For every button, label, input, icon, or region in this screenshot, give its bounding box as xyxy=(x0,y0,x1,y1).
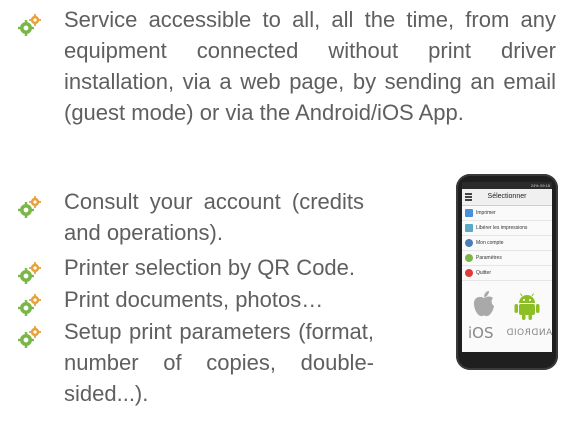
gears-icon xyxy=(18,196,41,218)
phone-app-bar: Sélectionner xyxy=(462,189,552,206)
account-icon xyxy=(465,239,473,247)
phone-menu-label: Libérer les impressions xyxy=(476,225,528,231)
phone-menu-item: Paramètres xyxy=(462,251,552,266)
feature-text: Printer selection by QR Code. xyxy=(64,255,356,280)
os-logos: iOS ANDROID xyxy=(462,288,552,348)
phone-menu-label: Quitter xyxy=(476,270,492,276)
release-print-icon xyxy=(465,224,473,232)
phone-menu-label: Paramètres xyxy=(476,255,502,261)
phone-menu-item: Libérer les impressions xyxy=(462,221,552,236)
gears-icon xyxy=(18,326,41,348)
phone-title: Sélectionner xyxy=(487,193,527,200)
quit-icon xyxy=(465,269,473,277)
apple-icon xyxy=(473,291,494,317)
phone-menu-label: Mon compte xyxy=(476,240,504,246)
hamburger-icon xyxy=(465,193,472,201)
ios-label: iOS xyxy=(468,324,494,342)
android-icon xyxy=(514,293,540,320)
android-label: ANDROID xyxy=(506,328,552,338)
feature-text: Consult your account (credits and operat… xyxy=(64,189,364,245)
phone-menu-label: Imprimer xyxy=(476,210,496,216)
gears-icon xyxy=(18,14,41,36)
phone-menu-item: Imprimer xyxy=(462,206,552,221)
feature-text: Setup print parameters (format, number o… xyxy=(64,319,374,406)
phone-menu-item: Mon compte xyxy=(462,236,552,251)
gears-icon xyxy=(18,262,41,284)
phone-menu-item: Quitter xyxy=(462,266,552,281)
settings-icon xyxy=(465,254,473,262)
phone-screen: 24% 09:18 Sélectionner Imprimer Libérer … xyxy=(462,182,552,352)
feature-text: Service accessible to all, all the time,… xyxy=(64,7,556,125)
phone-status-bar: 24% 09:18 xyxy=(462,182,552,189)
printer-icon xyxy=(465,209,473,217)
gears-icon xyxy=(18,294,41,316)
feature-text: Print documents, photos… xyxy=(64,287,324,312)
phone-illustration: 24% 09:18 Sélectionner Imprimer Libérer … xyxy=(456,174,558,370)
